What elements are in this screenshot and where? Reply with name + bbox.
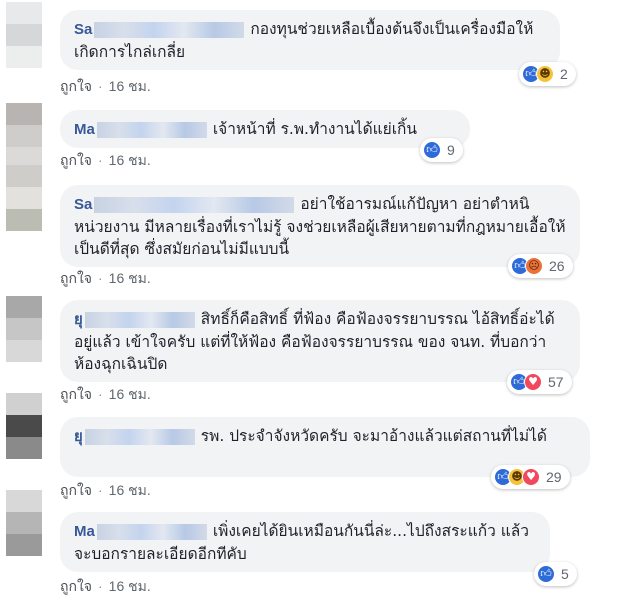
comment-bubble: ยุ สิทธิ์ก็คือสิทธิ์ ที่ฟ้อง คือฟ้องจรรยา…: [60, 300, 580, 382]
redacted-name: [96, 523, 207, 540]
avatar[interactable]: [6, 490, 42, 556]
avatar[interactable]: [6, 103, 42, 169]
comment-actions: ถูกใจ · 16 ชม.: [60, 480, 151, 502]
comment-timestamp[interactable]: 16 ชม.: [109, 578, 151, 594]
reaction-summary[interactable]: 👍︎ ☻ 2: [519, 62, 576, 86]
reaction-count: 9: [447, 142, 455, 158]
reaction-count: 29: [546, 469, 562, 485]
reaction-count: 2: [560, 66, 568, 82]
comment-author[interactable]: Ma: [74, 121, 95, 138]
comment-author[interactable]: Ma: [74, 523, 95, 540]
avatar[interactable]: [6, 165, 42, 231]
comment-author[interactable]: ยุ: [74, 311, 83, 328]
reaction-summary[interactable]: 👍︎ ☹ 26: [508, 254, 573, 278]
comment-actions: ถูกใจ · 16 ชม.: [60, 384, 151, 406]
redacted-name: [94, 196, 295, 213]
like-icon: 👍︎: [537, 565, 555, 583]
comment-timestamp[interactable]: 16 ชม.: [109, 386, 151, 402]
comment-author[interactable]: ยุ: [74, 428, 83, 445]
comment-bubble: Ma เพิ่งเคยได้ยินเหมือนกันนี่ล่ะ...ไปถึงส…: [60, 512, 550, 572]
redacted-name: [94, 21, 245, 38]
redacted-name: [84, 311, 195, 328]
comment-timestamp[interactable]: 16 ชม.: [109, 152, 151, 168]
like-icon: 👍︎: [423, 141, 441, 159]
separator-dot: ·: [98, 78, 103, 94]
reaction-summary[interactable]: 👍︎ 5: [534, 562, 577, 586]
separator-dot: ·: [98, 386, 103, 402]
reaction-summary[interactable]: 👍︎ ♥ 57: [507, 370, 572, 394]
reaction-count: 5: [561, 566, 569, 582]
comment-bubble: Ma เจ้าหน้าที่ ร.พ.ทำงานได้แย่เกิ้น: [60, 110, 470, 148]
comment-bubble: Sa กองทุนช่วยเหลือเบื้องต้นจึงเป็นเครื่อง…: [60, 10, 560, 70]
reaction-summary[interactable]: 👍︎ 9: [420, 138, 463, 162]
comment-bubble: Sa อย่าใช้อารมณ์แก้ปัญหา อย่าตำหนิหน่วยงา…: [60, 185, 580, 267]
reaction-count: 57: [548, 374, 564, 390]
like-link[interactable]: ถูกใจ: [60, 578, 92, 594]
like-link[interactable]: ถูกใจ: [60, 270, 92, 286]
reaction-count: 26: [549, 258, 565, 274]
reaction-summary[interactable]: 👍︎ ☻ ♥ 29: [491, 465, 570, 489]
comment-text: รพ. ประจำจังหวัดครับ จะมาอ้างแล้วแต่สถาน…: [200, 427, 547, 445]
redacted-name: [96, 121, 207, 138]
love-icon: ♥: [524, 373, 542, 391]
haha-icon: ☻: [536, 65, 554, 83]
separator-dot: ·: [98, 270, 103, 286]
comment-timestamp[interactable]: 16 ชม.: [109, 482, 151, 498]
like-link[interactable]: ถูกใจ: [60, 78, 92, 94]
avatar[interactable]: [6, 393, 42, 459]
like-link[interactable]: ถูกใจ: [60, 386, 92, 402]
love-icon: ♥: [522, 468, 540, 486]
separator-dot: ·: [98, 578, 103, 594]
comment-timestamp[interactable]: 16 ชม.: [109, 78, 151, 94]
comment-timestamp[interactable]: 16 ชม.: [109, 270, 151, 286]
comment-author[interactable]: Sa: [74, 196, 92, 213]
comment-author[interactable]: Sa: [74, 21, 92, 38]
separator-dot: ·: [98, 152, 103, 168]
like-link[interactable]: ถูกใจ: [60, 152, 92, 168]
comment-actions: ถูกใจ · 16 ชม.: [60, 76, 151, 98]
comment-actions: ถูกใจ · 16 ชม.: [60, 150, 151, 172]
angry-icon: ☹: [525, 257, 543, 275]
redacted-name: [84, 428, 195, 445]
avatar[interactable]: [6, 2, 42, 68]
comment-actions: ถูกใจ · 16 ชม.: [60, 268, 151, 290]
comment-actions: ถูกใจ · 16 ชม.: [60, 576, 151, 598]
avatar[interactable]: [6, 296, 42, 362]
comment-text: เจ้าหน้าที่ ร.พ.ทำงานได้แย่เกิ้น: [212, 120, 417, 138]
like-link[interactable]: ถูกใจ: [60, 482, 92, 498]
separator-dot: ·: [98, 482, 103, 498]
